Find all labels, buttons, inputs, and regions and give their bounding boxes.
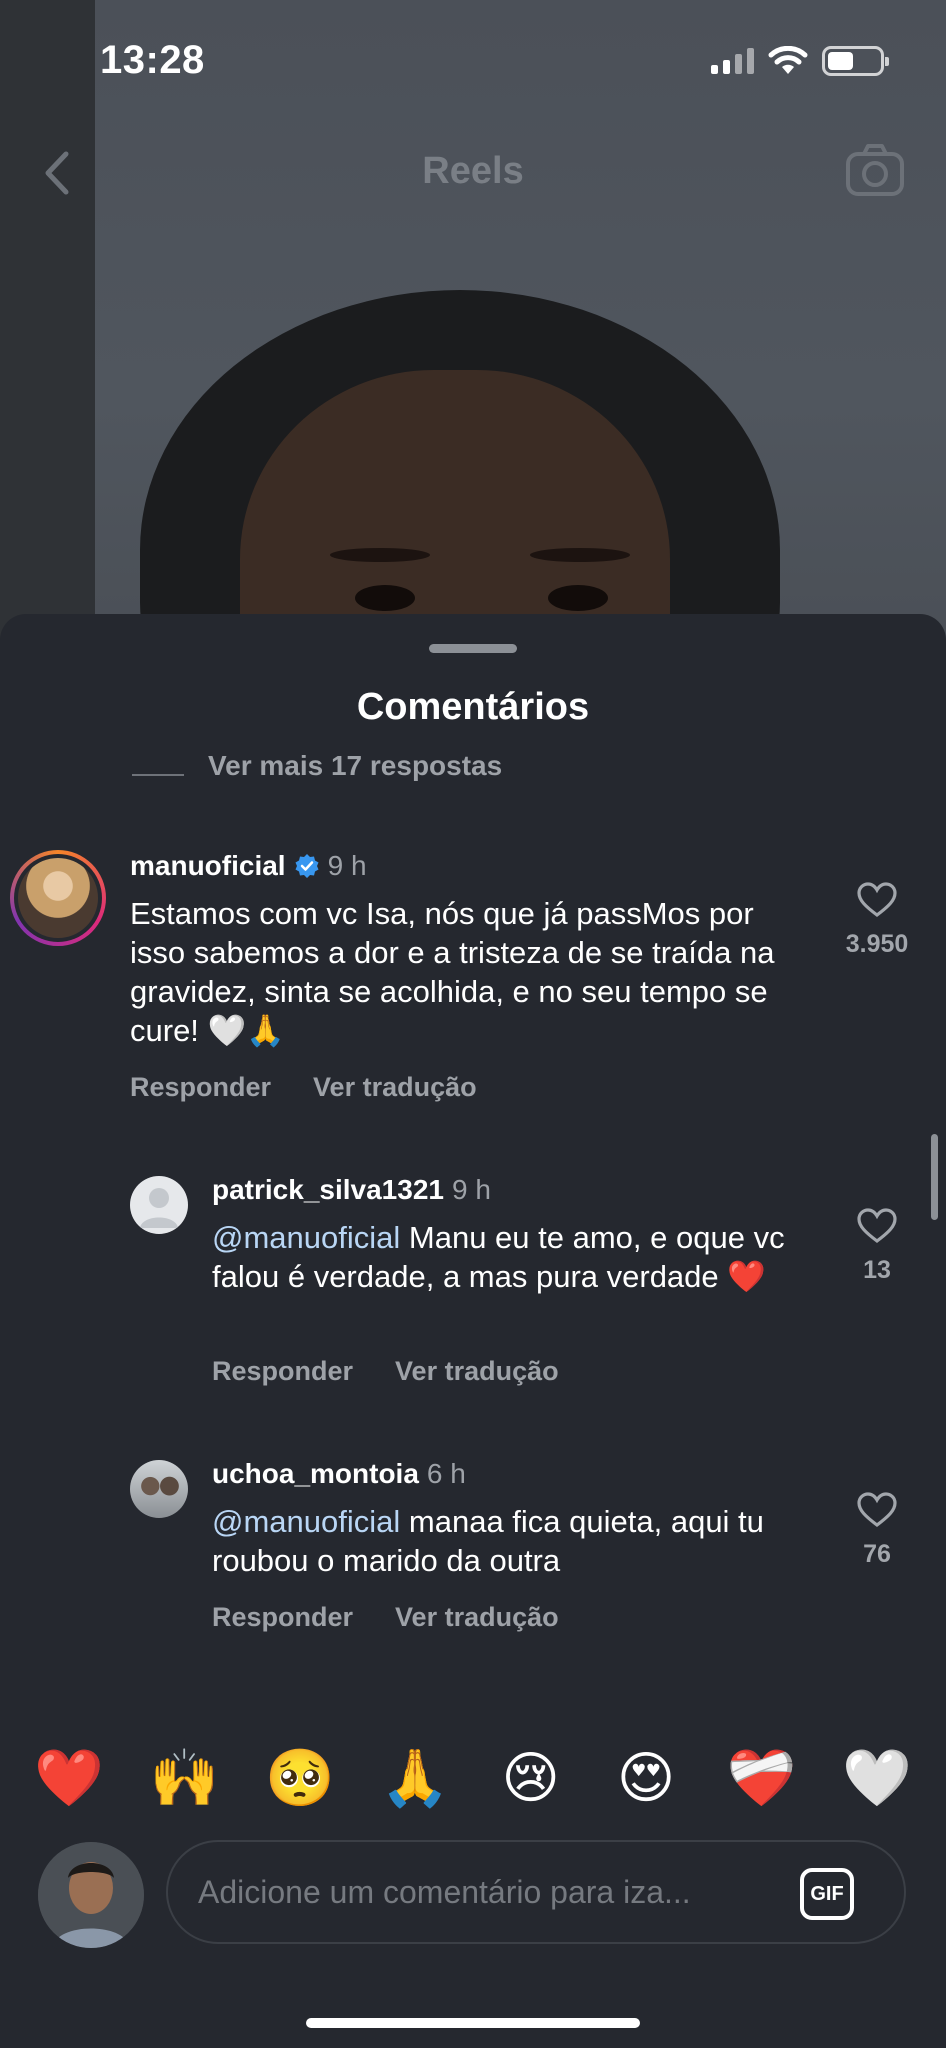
like-count: 76 [863, 1540, 891, 1568]
translate-button[interactable]: Ver tradução [395, 1356, 559, 1387]
reel-video-background [0, 0, 946, 660]
heart-outline-icon[interactable] [857, 882, 897, 918]
sheet-grabber[interactable] [429, 644, 517, 653]
translate-button[interactable]: Ver tradução [313, 1072, 477, 1103]
comment-username[interactable]: patrick_silva1321 [212, 1174, 444, 1206]
comment-actions: Responder Ver tradução [212, 1602, 559, 1633]
comment-like[interactable]: 13 [827, 1208, 927, 1285]
comment-composer: GIF [166, 1840, 906, 1944]
mention-link[interactable]: @manuoficial [212, 1220, 400, 1255]
avatar[interactable] [130, 1460, 188, 1518]
comments-sheet: Comentários Ver mais 17 respostas manuof… [0, 614, 946, 2048]
home-indicator [306, 2018, 640, 2028]
translate-button[interactable]: Ver tradução [395, 1602, 559, 1633]
like-count: 13 [863, 1256, 891, 1284]
like-count: 3.950 [845, 930, 909, 958]
comment-time: 9 h [451, 1174, 491, 1205]
comment-time: 6 h [426, 1458, 466, 1489]
gif-icon[interactable]: GIF [800, 1868, 854, 1920]
emoji-mending-heart[interactable]: ❤️‍🩹 [723, 1740, 801, 1818]
emoji-white-heart[interactable]: 🤍 [838, 1740, 916, 1818]
cellular-signal-icon [711, 48, 754, 74]
comment-input[interactable] [198, 1842, 798, 1942]
view-more-replies-label: Ver mais 17 respostas [208, 752, 503, 781]
comment-header: patrick_silva1321 9 h [212, 1174, 491, 1206]
comment-text: @manuoficial Manu eu te amo, e oque vc f… [212, 1220, 785, 1294]
comment-header: manuoficial 9 h [130, 850, 367, 882]
comment-time: 9 h [327, 850, 367, 881]
status-time: 13:28 [100, 38, 205, 82]
comment-like[interactable]: 76 [827, 1492, 927, 1569]
page-title: Reels [422, 150, 524, 192]
heart-outline-icon[interactable] [857, 1208, 897, 1244]
mention-link[interactable]: @manuoficial [212, 1504, 400, 1539]
emoji-heart-eyes[interactable]: 😍 [607, 1740, 685, 1818]
heart-outline-icon[interactable] [857, 1492, 897, 1528]
sheet-title: Comentários [356, 686, 590, 728]
comment-actions: Responder Ver tradução [212, 1356, 559, 1387]
camera-icon[interactable] [844, 142, 906, 200]
comment-like[interactable]: 3.950 [827, 882, 927, 959]
comment-header: uchoa_montoia 6 h [212, 1458, 466, 1490]
emoji-folded-hands[interactable]: 🙏 [376, 1740, 454, 1818]
comment-actions: Responder Ver tradução [130, 1072, 477, 1103]
emoji-reaction-bar: ❤️ 🙌 🥺 🙏 😢 😍 ❤️‍🩹 🤍 [30, 1740, 916, 1818]
emoji-raising-hands[interactable]: 🙌 [145, 1740, 223, 1818]
comment-username[interactable]: manuoficial [130, 850, 286, 882]
reply-button[interactable]: Responder [212, 1602, 353, 1633]
comment-username[interactable]: uchoa_montoia [212, 1458, 419, 1490]
verified-badge-icon [295, 854, 319, 878]
scrollbar-thumb[interactable] [931, 1134, 938, 1220]
reply-button[interactable]: Responder [130, 1072, 271, 1103]
avatar[interactable] [130, 1176, 188, 1234]
comment-text: Estamos com vc Isa, nós que já passMos p… [130, 896, 775, 1048]
wifi-icon [768, 46, 808, 74]
emoji-pleading-face[interactable]: 🥺 [261, 1740, 339, 1818]
current-user-avatar [38, 1842, 144, 1948]
comment-text: @manuoficial manaa fica quieta, aqui tu … [212, 1504, 764, 1578]
emoji-crying-face[interactable]: 😢 [492, 1740, 570, 1818]
view-more-replies[interactable]: Ver mais 17 respostas [132, 752, 502, 798]
reply-button[interactable]: Responder [212, 1356, 353, 1387]
status-icons [711, 46, 889, 76]
battery-icon [822, 46, 889, 76]
default-avatar-icon [140, 1188, 178, 1228]
avatar[interactable] [10, 850, 106, 946]
emoji-red-heart[interactable]: ❤️ [30, 1740, 108, 1818]
